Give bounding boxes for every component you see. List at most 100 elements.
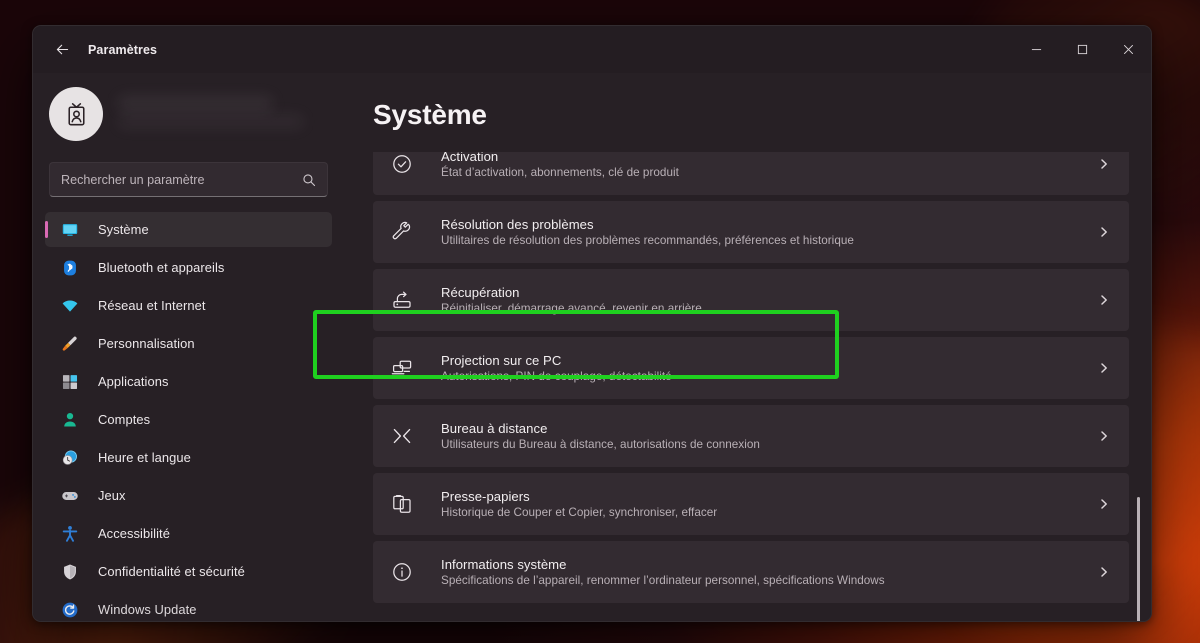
settings-row-text: Résolution des problèmes Utilitaires de …: [441, 217, 1093, 247]
maximize-icon: [1077, 44, 1087, 55]
person-icon: [59, 409, 81, 431]
settings-row-bureau-a-distance[interactable]: Bureau à distance Utilisateurs du Bureau…: [373, 405, 1129, 467]
sidebar-item-jeux[interactable]: Jeux: [45, 478, 332, 513]
sidebar-item-comptes[interactable]: Comptes: [45, 402, 332, 437]
sidebar-item-label: Jeux: [98, 488, 126, 503]
settings-row-recuperation[interactable]: Récupération Réinitialiser, démarrage av…: [373, 269, 1129, 331]
chevron-right-icon[interactable]: [1093, 158, 1115, 170]
bluetooth-icon: [59, 257, 81, 279]
settings-row-subtitle: Utilitaires de résolution des problèmes …: [441, 234, 854, 247]
chevron-right-icon[interactable]: [1093, 362, 1115, 374]
settings-row-subtitle: Réinitialiser, démarrage avancé, revenir…: [441, 302, 702, 315]
close-button[interactable]: [1105, 26, 1151, 73]
sidebar-item-label: Personnalisation: [98, 336, 195, 351]
settings-row-text: Récupération Réinitialiser, démarrage av…: [441, 285, 1093, 315]
sidebar-item-windows-update[interactable]: Windows Update: [45, 592, 332, 621]
sidebar-item-label: Windows Update: [98, 602, 197, 617]
sidebar-item-label: Système: [98, 222, 149, 237]
avatar[interactable]: [49, 87, 103, 141]
sidebar-item-personnalisation[interactable]: Personnalisation: [45, 326, 332, 361]
sidebar-item-label: Heure et langue: [98, 450, 191, 465]
settings-row-text: Activation État d’activation, abonnement…: [441, 152, 1093, 179]
chevron-right-icon[interactable]: [1093, 226, 1115, 238]
settings-row-title: Informations système: [441, 557, 567, 572]
check-circle-icon: [389, 152, 415, 177]
settings-window: Paramètres Rechercher un paramètre Systè…: [32, 25, 1152, 622]
settings-row-subtitle: Historique de Couper et Copier, synchron…: [441, 506, 718, 519]
settings-row-subtitle: Utilisateurs du Bureau à distance, autor…: [441, 438, 760, 451]
window-title: Paramètres: [88, 42, 158, 57]
settings-row-text: Projection sur ce PC Autorisations, PIN …: [441, 353, 1093, 383]
settings-row-presse-papiers[interactable]: Presse-papiers Historique de Couper et C…: [373, 473, 1129, 535]
remote-desktop-icon: [389, 423, 415, 449]
sidebar-item-systeme[interactable]: Système: [45, 212, 332, 247]
back-arrow-icon: [56, 44, 68, 55]
chevron-right-icon[interactable]: [1093, 498, 1115, 510]
search-icon[interactable]: [302, 173, 316, 187]
settings-row-subtitle: Autorisations, PIN de couplage, détectab…: [441, 370, 672, 383]
clipboard-icon: [389, 491, 415, 517]
settings-row-subtitle: État d’activation, abonnements, clé de p…: [441, 166, 679, 179]
close-icon: [1123, 44, 1133, 55]
settings-row-title: Bureau à distance: [441, 421, 548, 436]
settings-row-text: Informations système Spécifications de l…: [441, 557, 1093, 587]
window-body: Système Bluetooth et appareils: [33, 73, 1151, 621]
clock-globe-icon: [59, 447, 81, 469]
sidebar-item-label: Bluetooth et appareils: [98, 260, 225, 275]
minimize-button[interactable]: [1013, 26, 1059, 73]
settings-row-title: Activation: [441, 152, 499, 164]
settings-row-title: Résolution des problèmes: [441, 217, 594, 232]
settings-row-activation[interactable]: Activation État d’activation, abonnement…: [373, 152, 1129, 195]
sidebar-item-label: Applications: [98, 374, 169, 389]
sidebar-item-label: Accessibilité: [98, 526, 170, 541]
sidebar-item-applications[interactable]: Applications: [45, 364, 332, 399]
wrench-icon: [389, 219, 415, 245]
settings-row-title: Projection sur ce PC: [441, 353, 562, 368]
account-email-blur: [118, 115, 304, 128]
sidebar-item-label: Confidentialité et sécurité: [98, 564, 245, 579]
sidebar-item-heure-et-langue[interactable]: Heure et langue: [45, 440, 332, 475]
scrollbar[interactable]: [1134, 152, 1144, 621]
page-title: Système: [373, 99, 487, 130]
apps-icon: [59, 371, 81, 393]
sidebar-item-reseau-et-internet[interactable]: Réseau et Internet: [45, 288, 332, 323]
sidebar-item-confidentialite-et-securite[interactable]: Confidentialité et sécurité: [45, 554, 332, 589]
scrollbar-thumb[interactable]: [1137, 497, 1140, 621]
chevron-right-icon[interactable]: [1093, 566, 1115, 578]
chevron-right-icon[interactable]: [1093, 430, 1115, 442]
window-controls: [1013, 26, 1151, 73]
project-to-pc-icon: [389, 355, 415, 381]
maximize-button[interactable]: [1059, 26, 1105, 73]
chevron-right-icon[interactable]: [1093, 294, 1115, 306]
settings-row-resolution-des-problemes[interactable]: Résolution des problèmes Utilitaires de …: [373, 201, 1129, 263]
recovery-icon: [389, 287, 415, 313]
settings-row-informations-systeme[interactable]: Informations système Spécifications de l…: [373, 541, 1129, 603]
back-button[interactable]: [45, 33, 79, 67]
paintbrush-icon: [59, 333, 81, 355]
account-name-blur: [118, 96, 273, 111]
id-badge-avatar-icon: [67, 102, 85, 125]
wifi-icon: [59, 295, 81, 317]
monitor-icon: [59, 219, 81, 241]
settings-row-text: Bureau à distance Utilisateurs du Bureau…: [441, 421, 1093, 451]
sidebar-item-label: Comptes: [98, 412, 151, 427]
search-input[interactable]: [61, 172, 302, 187]
title-bar: Paramètres: [33, 26, 1151, 73]
minimize-icon: [1031, 49, 1041, 51]
settings-row-projection-sur-ce-pc[interactable]: Projection sur ce PC Autorisations, PIN …: [373, 337, 1129, 399]
settings-row-text: Presse-papiers Historique de Couper et C…: [441, 489, 1093, 519]
shield-icon: [59, 561, 81, 583]
settings-row-title: Presse-papiers: [441, 489, 530, 504]
sidebar-item-bluetooth-et-appareils[interactable]: Bluetooth et appareils: [45, 250, 332, 285]
account-card[interactable]: [49, 81, 332, 147]
accessibility-icon: [59, 523, 81, 545]
settings-list: Activation État d’activation, abonnement…: [373, 152, 1129, 609]
sidebar-item-label: Réseau et Internet: [98, 298, 206, 313]
main-panel: Système Activation État d’activation, ab…: [344, 73, 1151, 621]
search-box[interactable]: [49, 162, 328, 197]
sidebar-item-accessibilite[interactable]: Accessibilité: [45, 516, 332, 551]
settings-list-viewport: Activation État d’activation, abonnement…: [373, 152, 1129, 621]
account-name-redacted: [116, 91, 332, 137]
gamepad-icon: [59, 485, 81, 507]
settings-row-title: Récupération: [441, 285, 520, 300]
